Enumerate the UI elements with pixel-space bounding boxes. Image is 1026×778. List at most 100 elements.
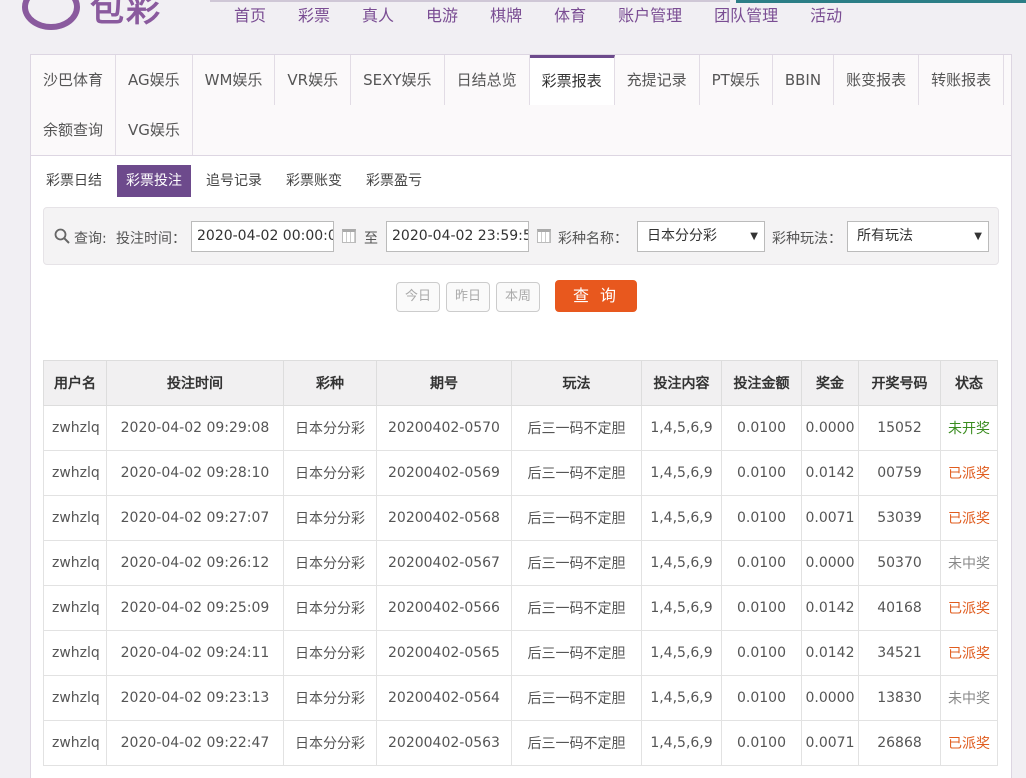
nav-item-home[interactable]: 首页 — [218, 6, 282, 26]
cell-username: zwhzlq — [43, 495, 107, 541]
cell-draw-numbers: 13830 — [858, 675, 941, 721]
tab-pt[interactable]: PT娱乐 — [700, 55, 773, 105]
cell-lottery: 日本分分彩 — [283, 495, 377, 541]
cell-draw-numbers: 53039 — [858, 495, 941, 541]
today-button[interactable]: 今日 — [396, 282, 440, 312]
cell-draw-numbers: 15052 — [858, 405, 941, 451]
start-time-input[interactable]: 2020-04-02 00:00:00 — [191, 221, 334, 252]
cell-content: 1,4,5,6,9 — [641, 405, 722, 451]
subtab-chase-records[interactable]: 追号记录 — [197, 165, 271, 197]
cell-status: 已派奖 — [940, 630, 998, 676]
cell-issue: 20200402-0564 — [376, 675, 512, 721]
nav-item-team[interactable]: 团队管理 — [698, 6, 794, 26]
cell-status: 已派奖 — [940, 450, 998, 496]
cell-lottery: 日本分分彩 — [283, 675, 377, 721]
nav-item-live[interactable]: 真人 — [346, 6, 410, 26]
col-prize: 奖金 — [801, 360, 859, 406]
col-bet-time: 投注时间 — [106, 360, 284, 406]
tab-wm[interactable]: WM娱乐 — [193, 55, 276, 105]
cell-status: 未中奖 — [940, 540, 998, 586]
col-lottery: 彩种 — [283, 360, 377, 406]
table-row: zwhzlq 2020-04-02 09:27:07 日本分分彩 20200402-0… — [43, 495, 998, 541]
tab-vr[interactable]: VR娱乐 — [275, 55, 352, 105]
tab-lottery-report[interactable]: 彩票报表 — [529, 55, 615, 105]
cell-issue: 20200402-0566 — [376, 585, 512, 631]
cell-bet-time: 2020-04-02 09:22:47 — [106, 720, 284, 766]
cell-prize: 0.0142 — [801, 450, 859, 496]
tab-vg[interactable]: VG娱乐 — [116, 105, 193, 155]
tab-ag[interactable]: AG娱乐 — [116, 55, 193, 105]
cell-play: 后三一码不定胆 — [511, 585, 642, 631]
calendar-icon[interactable] — [537, 229, 551, 243]
cell-lottery: 日本分分彩 — [283, 405, 377, 451]
sub-tabs: 彩票日结 彩票投注 追号记录 彩票账变 彩票盈亏 — [37, 165, 437, 197]
cell-lottery: 日本分分彩 — [283, 450, 377, 496]
cell-issue: 20200402-0568 — [376, 495, 512, 541]
bets-table: 用户名 投注时间 彩种 期号 玩法 投注内容 投注金额 奖金 开奖号码 状态 z… — [43, 360, 998, 766]
play-type-select[interactable]: 所有玩法 ▼ — [847, 221, 989, 252]
col-status: 状态 — [940, 360, 998, 406]
cell-content: 1,4,5,6,9 — [641, 630, 722, 676]
tab-daily-overview[interactable]: 日结总览 — [445, 55, 530, 105]
col-play: 玩法 — [511, 360, 642, 406]
nav-item-sports[interactable]: 体育 — [538, 6, 602, 26]
cell-lottery: 日本分分彩 — [283, 630, 377, 676]
cell-play: 后三一码不定胆 — [511, 630, 642, 676]
cell-issue: 20200402-0569 — [376, 450, 512, 496]
cell-amount: 0.0100 — [721, 540, 802, 586]
nav-item-egames[interactable]: 电游 — [410, 6, 474, 26]
cell-username: zwhzlq — [43, 585, 107, 631]
cell-status: 已派奖 — [940, 495, 998, 541]
cell-amount: 0.0100 — [721, 585, 802, 631]
nav-item-account[interactable]: 账户管理 — [602, 6, 698, 26]
nav-item-promotions[interactable]: 活动 — [794, 6, 858, 26]
col-draw-numbers: 开奖号码 — [858, 360, 941, 406]
report-panel: 沙巴体育 AG娱乐 WM娱乐 VR娱乐 SEXY娱乐 日结总览 彩票报表 充提记… — [30, 54, 1012, 778]
cell-bet-time: 2020-04-02 09:25:09 — [106, 585, 284, 631]
header-accent-strip-right — [736, 0, 1026, 3]
nav-item-cards[interactable]: 棋牌 — [474, 6, 538, 26]
cell-play: 后三一码不定胆 — [511, 405, 642, 451]
yesterday-button[interactable]: 昨日 — [446, 282, 490, 312]
tab-account-change[interactable]: 账变报表 — [834, 55, 920, 105]
cell-amount: 0.0100 — [721, 630, 802, 676]
top-header: 包彩 首页 彩票 真人 电游 棋牌 体育 账户管理 团队管理 活动 — [0, 0, 1026, 40]
play-type-value: 所有玩法 — [857, 228, 913, 244]
calendar-icon[interactable] — [342, 229, 356, 243]
cell-bet-time: 2020-04-02 09:28:10 — [106, 450, 284, 496]
tab-balance[interactable]: 余额查询 — [31, 105, 117, 155]
cell-bet-time: 2020-04-02 09:24:11 — [106, 630, 284, 676]
table-row: zwhzlq 2020-04-02 09:29:08 日本分分彩 20200402-0… — [43, 405, 998, 451]
tab-saba-sports[interactable]: 沙巴体育 — [31, 55, 117, 105]
this-week-button[interactable]: 本周 — [496, 282, 540, 312]
logo-icon[interactable] — [22, 0, 80, 30]
lottery-name-select[interactable]: 日本分分彩 ▼ — [637, 221, 765, 252]
end-time-input[interactable]: 2020-04-02 23:59:59 — [386, 221, 529, 252]
cell-bet-time: 2020-04-02 09:26:12 — [106, 540, 284, 586]
subtab-lottery-account-change[interactable]: 彩票账变 — [277, 165, 351, 197]
tab-bbin[interactable]: BBIN — [773, 55, 835, 105]
header-accent-strip — [210, 0, 730, 2]
tab-deposit-withdraw[interactable]: 充提记录 — [615, 55, 700, 105]
cell-lottery: 日本分分彩 — [283, 540, 377, 586]
cell-username: zwhzlq — [43, 630, 107, 676]
query-bar: 查询: 投注时间： 2020-04-02 00:00:00 至 2020-04-… — [43, 207, 999, 265]
cell-status: 已派奖 — [940, 720, 998, 766]
play-type-label: 彩种玩法： — [772, 231, 842, 247]
cell-prize: 0.0142 — [801, 585, 859, 631]
subtab-lottery-daily[interactable]: 彩票日结 — [37, 165, 111, 197]
cell-issue: 20200402-0567 — [376, 540, 512, 586]
tab-sexy[interactable]: SEXY娱乐 — [351, 55, 445, 105]
subtab-lottery-profit[interactable]: 彩票盈亏 — [357, 165, 431, 197]
nav-item-lottery[interactable]: 彩票 — [282, 6, 346, 26]
logo-text[interactable]: 包彩 — [90, 0, 162, 31]
bet-time-label: 投注时间： — [116, 231, 186, 247]
search-button[interactable]: 查 询 — [555, 280, 637, 312]
report-tabs: 沙巴体育 AG娱乐 WM娱乐 VR娱乐 SEXY娱乐 日结总览 彩票报表 充提记… — [31, 55, 1011, 156]
tab-transfer[interactable]: 转账报表 — [919, 55, 1005, 105]
subtab-lottery-bets[interactable]: 彩票投注 — [117, 165, 191, 197]
cell-content: 1,4,5,6,9 — [641, 720, 722, 766]
cell-play: 后三一码不定胆 — [511, 495, 642, 541]
cell-play: 后三一码不定胆 — [511, 540, 642, 586]
cell-prize: 0.0000 — [801, 540, 859, 586]
